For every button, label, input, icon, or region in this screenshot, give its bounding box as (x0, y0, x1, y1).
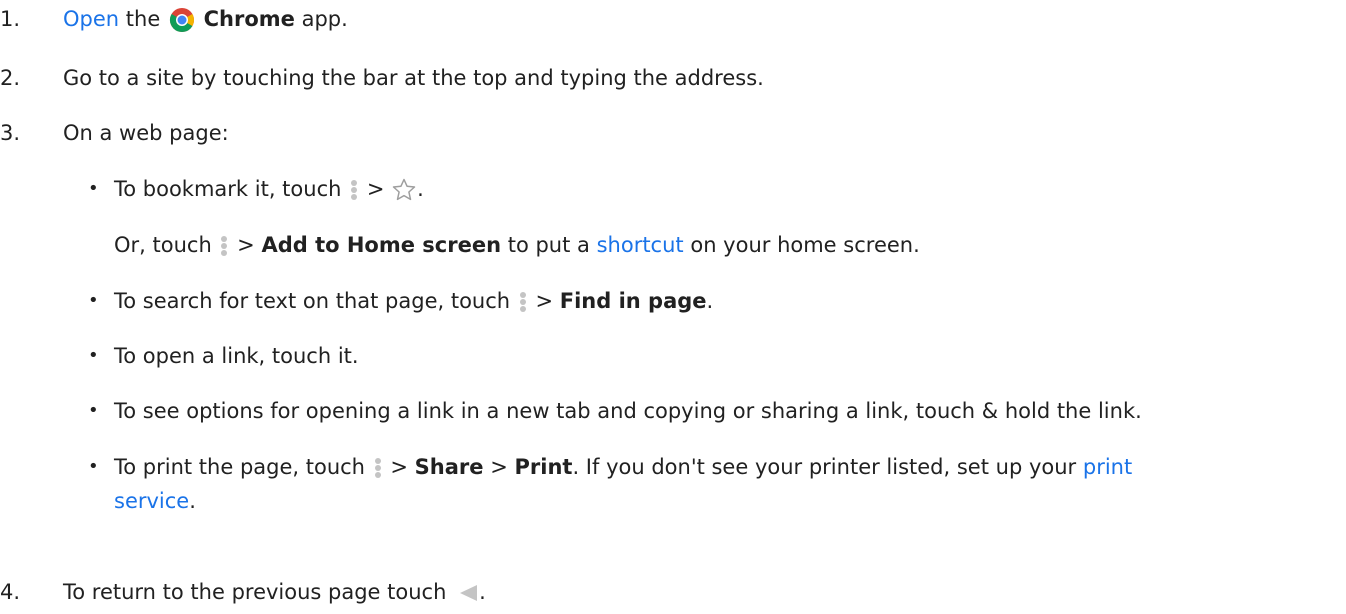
open-link[interactable]: Open (63, 7, 119, 31)
step-text-return: To return to the previous page touch (63, 580, 447, 604)
print-continuation: service. (114, 487, 196, 515)
step-number: 1. (0, 7, 21, 31)
bullet-text: To see options for opening a link in a n… (114, 399, 1142, 423)
step-text-the: the (125, 7, 161, 31)
bullet: • (88, 178, 99, 199)
step-text: Go to a site by touching the bar at the … (63, 66, 764, 90)
bullet-text: To search for text on that page, touch >… (114, 287, 713, 316)
print-service-link[interactable]: print (1083, 455, 1132, 479)
add-home-text: Or, touch > Add to Home screen to put a … (114, 231, 920, 260)
step-text: On a web page: (63, 121, 229, 145)
step-text: To return to the previous page touch . (63, 578, 486, 606)
gt-separator: > (535, 289, 554, 313)
gt-separator: > (490, 455, 508, 479)
shortcut-link[interactable]: shortcut (597, 233, 684, 257)
more-vert-icon (372, 454, 384, 482)
gt-separator: > (237, 233, 255, 257)
print-service-link-cont[interactable]: service (114, 489, 189, 513)
bullet: • (88, 400, 99, 421)
more-vert-icon (517, 288, 529, 316)
gt-separator: > (390, 455, 408, 479)
find-in-page-label: Find in page (559, 289, 707, 313)
step-text: Open the Chrome app. (63, 5, 348, 33)
bullet: • (88, 456, 99, 477)
add-to-home-label: Add to Home screen (261, 233, 502, 257)
bullet-text: To open a link, touch it. (114, 344, 359, 368)
print-pre: To print the page, touch (114, 455, 365, 479)
bullet-text: To bookmark it, touch > . (114, 175, 424, 204)
bookmark-end: . (417, 177, 424, 201)
print-label: Print (514, 455, 573, 479)
chrome-icon (169, 7, 195, 33)
star-icon (391, 177, 417, 203)
bookmark-text: To bookmark it, touch (114, 177, 342, 201)
bullet-text: To print the page, touch > Share > Print… (114, 453, 1132, 482)
share-label: Share (414, 455, 484, 479)
bullet: • (88, 290, 99, 311)
home-mid: to put a (507, 233, 590, 257)
back-icon (457, 582, 479, 604)
step-text-app: app. (301, 7, 348, 31)
more-vert-icon (218, 232, 230, 260)
step-number: 4. (0, 580, 21, 604)
bullet: • (88, 345, 99, 366)
find-pre: To search for text on that page, touch (114, 289, 511, 313)
print-mid: . If you don't see your printer listed, … (572, 455, 1077, 479)
home-post: on your home screen. (690, 233, 920, 257)
gt-separator: > (366, 177, 385, 201)
home-pre: Or, touch (114, 233, 212, 257)
step-4-end: . (479, 580, 486, 604)
step-number: 2. (0, 66, 21, 90)
find-end: . (706, 289, 714, 313)
step-number: 3. (0, 121, 21, 145)
print-end: . (189, 489, 196, 513)
chrome-label: Chrome (203, 7, 295, 31)
more-vert-icon (348, 176, 360, 204)
